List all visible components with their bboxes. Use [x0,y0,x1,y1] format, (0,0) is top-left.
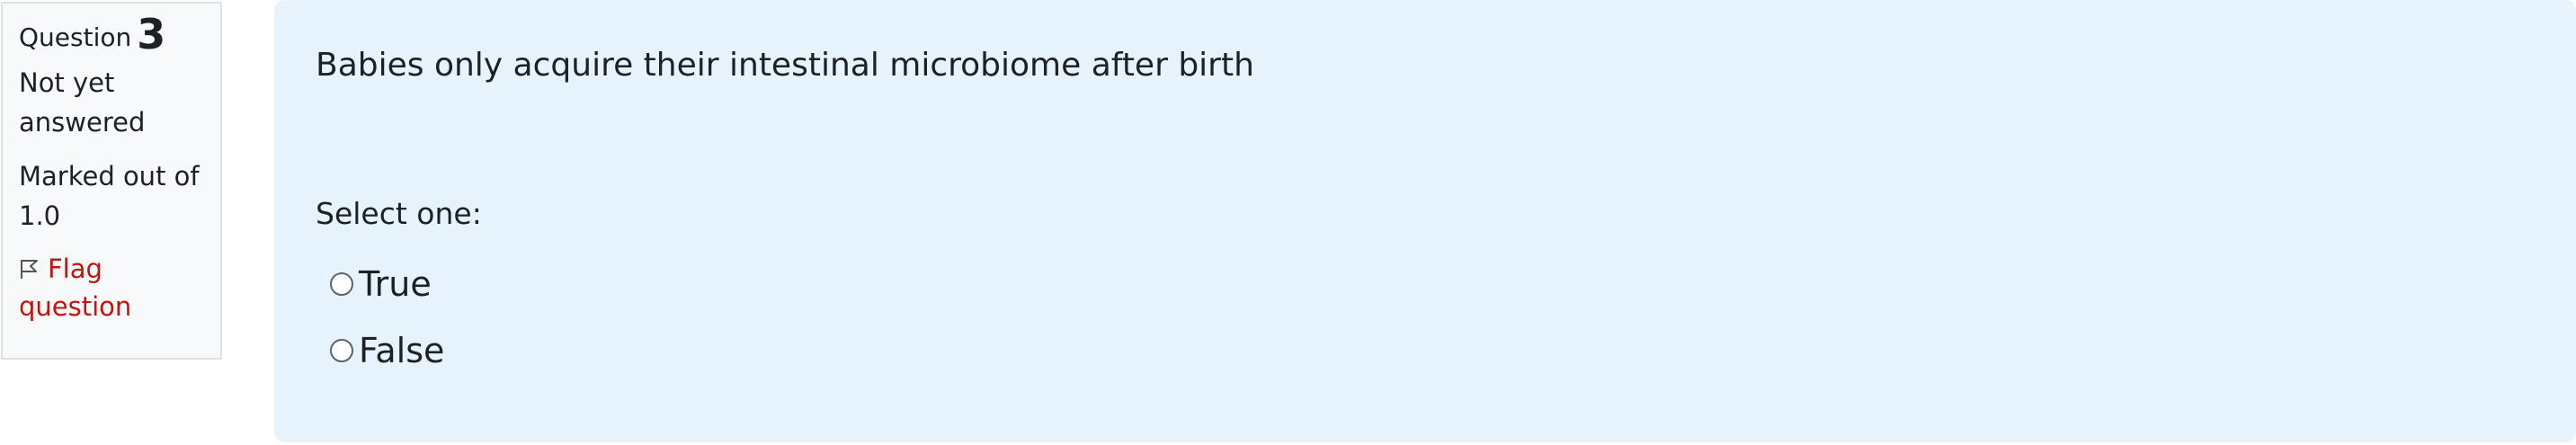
answer-label-true[interactable]: True [359,262,432,307]
radio-true[interactable] [330,272,353,296]
answer-options: True False [316,257,2535,378]
answer-option-true[interactable]: True [316,257,2535,311]
answer-option-false[interactable]: False [316,324,2535,378]
flag-icon[interactable] [19,252,39,279]
question-text: Babies only acquire their intestinal mic… [316,47,1254,84]
question-grade: Marked out of 1.0 [19,156,204,236]
radio-false[interactable] [330,339,353,362]
flag-label-line2[interactable]: question [19,291,131,322]
question-label: Question [19,22,132,52]
question-number-value: 3 [137,10,166,58]
question-grade-line1: Marked out of [19,161,200,191]
flag-question-link[interactable]: Flag question [19,250,204,325]
question-state-line1: Not yet [19,67,115,98]
answer-prompt: Select one: [316,196,482,231]
question-content: Babies only acquire their intestinal mic… [274,0,2576,442]
flag-label-line1[interactable]: Flag [48,254,103,284]
answer-label-false[interactable]: False [359,328,444,373]
question-state: Not yet answered [19,63,204,142]
question-grade-line2: 1.0 [19,200,61,231]
question-number: Question 3 [19,13,204,56]
question-info-panel: Question 3 Not yet answered Marked out of… [1,2,222,360]
question-state-line2: answered [19,107,146,138]
quiz-question: Question 3 Not yet answered Marked out of… [0,0,2576,445]
